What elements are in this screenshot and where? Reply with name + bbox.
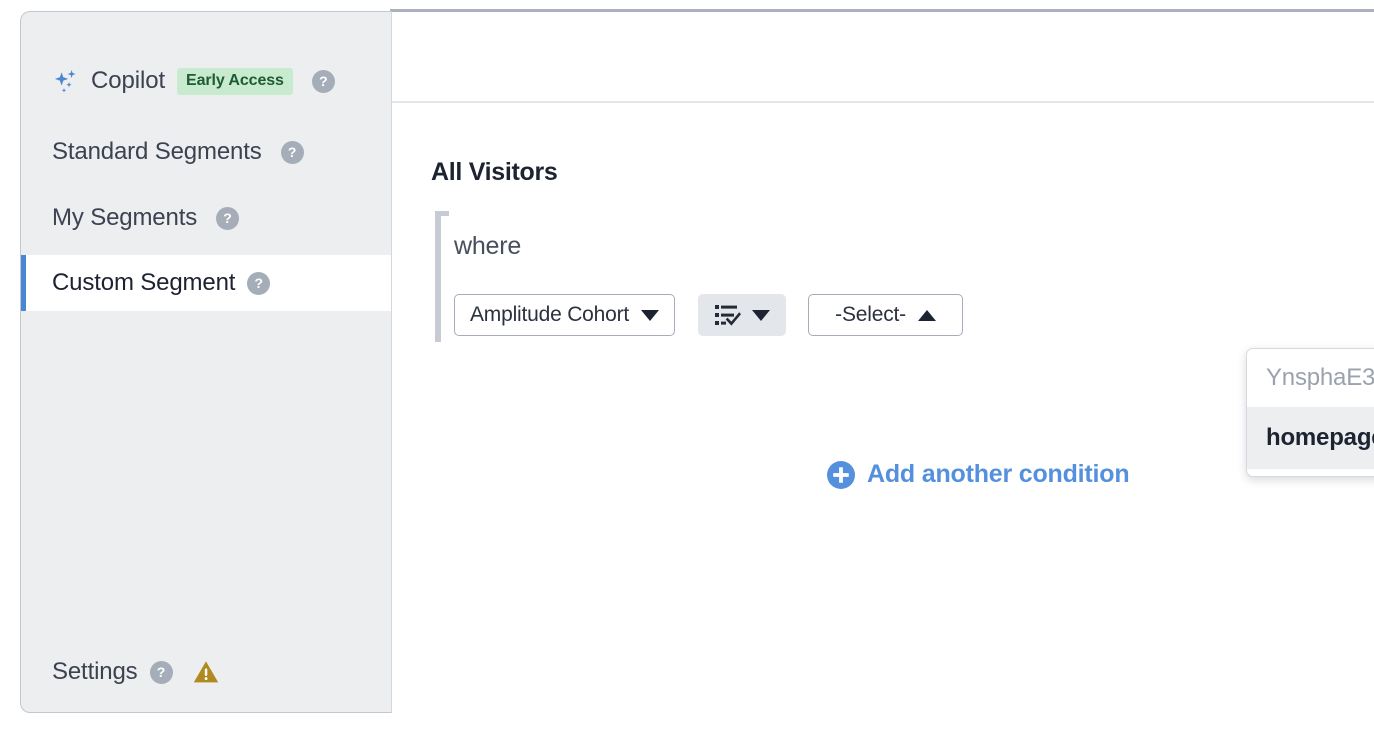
help-icon-custom-segment[interactable]: ? <box>247 271 271 295</box>
main-header-bar <box>392 12 1374 103</box>
segment-builder: All Visitors where Amplitude Cohort -Sel… <box>392 105 1374 714</box>
sidebar-item-standard-segments[interactable]: Standard Segments ? <box>21 130 391 174</box>
help-icon-standard-segments[interactable]: ? <box>280 140 304 164</box>
chevron-up-icon <box>917 309 936 321</box>
copilot-label: Copilot <box>91 67 166 94</box>
dropdown-option-label: homepageVisitors <box>1266 424 1374 451</box>
sidebar-item-my-segments[interactable]: My Segments ? <box>21 196 391 240</box>
sidebar-item-custom-segment[interactable]: Custom Segment ? <box>21 255 391 311</box>
warning-triangle-icon-settings[interactable] <box>193 660 219 684</box>
sidebar-item-copilot[interactable]: Copilot Early Access ? <box>21 55 391 107</box>
help-icon-settings[interactable]: ? <box>149 660 173 684</box>
sidebar-item-label: Custom Segment <box>52 269 236 296</box>
value-dropdown[interactable]: -Select- <box>808 294 964 336</box>
help-icon-copilot[interactable]: ? <box>311 69 335 93</box>
sidebar-item-label: My Segments <box>52 204 198 231</box>
plus-circle-icon <box>827 460 855 489</box>
main-content-area: All Visitors where Amplitude Cohort -Sel… <box>392 12 1374 714</box>
help-icon-my-segments[interactable]: ? <box>216 206 240 230</box>
left-sidebar-panel: Copilot Early Access ? Standard Segments… <box>20 11 392 713</box>
value-dropdown-menu: YnsphaE3 homepageVisitors <box>1246 348 1374 477</box>
sidebar-item-settings[interactable]: Settings ? <box>21 652 391 692</box>
where-label: where <box>454 232 522 260</box>
condition-group-bracket <box>435 211 449 342</box>
chevron-down-icon <box>641 309 660 321</box>
sidebar-item-label: Standard Segments <box>52 138 262 165</box>
add-another-condition-label: Add another condition <box>867 460 1130 488</box>
add-another-condition-button[interactable]: Add another condition <box>827 460 1130 489</box>
operator-dropdown[interactable] <box>698 294 787 336</box>
dropdown-option-highlighted[interactable]: homepageVisitors <box>1247 407 1374 469</box>
chevron-down-icon <box>751 309 770 321</box>
value-dropdown-label: -Select- <box>835 303 906 326</box>
early-access-badge: Early Access <box>177 67 293 95</box>
dimension-dropdown-label: Amplitude Cohort <box>470 303 630 326</box>
app-root: Copilot Early Access ? Standard Segments… <box>0 0 1374 752</box>
dropdown-option-label: YnsphaE3 <box>1266 364 1374 391</box>
dropdown-option-disabled[interactable]: YnsphaE3 <box>1247 349 1374 407</box>
sparkle-icon <box>52 67 82 97</box>
settings-label: Settings <box>52 658 138 685</box>
dimension-dropdown[interactable]: Amplitude Cohort <box>454 294 676 336</box>
list-check-icon <box>714 304 741 326</box>
bracket-bar <box>435 211 441 342</box>
page-title: All Visitors <box>431 158 558 186</box>
condition-row: Amplitude Cohort -Select- <box>454 294 964 336</box>
